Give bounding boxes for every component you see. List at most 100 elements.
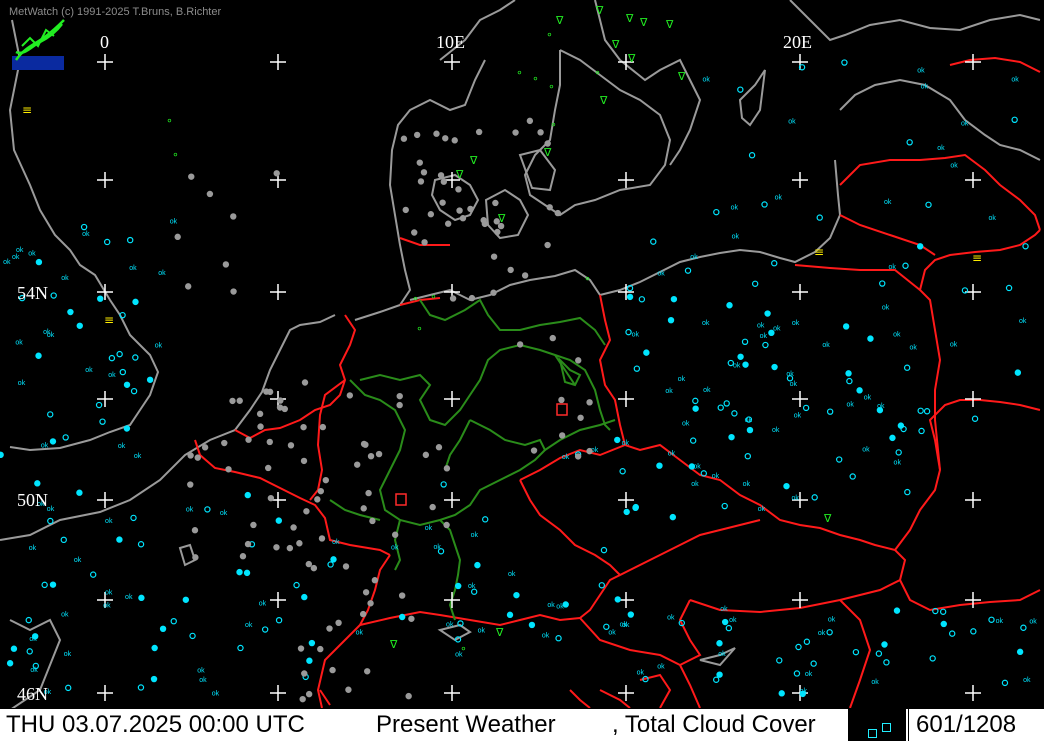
weather-shower-icon: ∘ bbox=[430, 290, 437, 303]
station-clear-marker bbox=[669, 513, 677, 521]
station-cloudy-marker bbox=[421, 239, 428, 246]
station-ok-marker: ok bbox=[884, 199, 892, 206]
station-ok-marker: ok bbox=[792, 495, 800, 502]
station-ok-marker: ok bbox=[186, 506, 194, 513]
station-cloudy-marker bbox=[413, 131, 421, 139]
station-cloudy-marker bbox=[299, 695, 306, 703]
station-cloudy-marker bbox=[266, 438, 273, 446]
station-clear-marker bbox=[746, 426, 754, 434]
station-clear-marker bbox=[670, 295, 678, 303]
station-ok-marker: ok bbox=[47, 332, 55, 339]
station-cloudy-marker bbox=[317, 645, 324, 653]
station-cloudy-marker bbox=[422, 451, 430, 459]
station-ok-marker: ok bbox=[632, 331, 640, 338]
station-cloudy-marker bbox=[303, 508, 310, 515]
station-cloudy-marker bbox=[391, 531, 399, 538]
station-clear-marker bbox=[737, 353, 744, 360]
status-bar: THU 03.07.2025 00:00 UTC Present Weather… bbox=[0, 708, 1044, 741]
station-cloudy-marker bbox=[310, 564, 318, 572]
weather-map[interactable]: ok ok ok ok ok ok ok ok ok ok ok ok ok ok ok ok ok ok ok ok… bbox=[0, 0, 1044, 708]
station-ok-marker: ok bbox=[199, 677, 207, 684]
station-cloudy-marker bbox=[494, 228, 501, 236]
weather-shower-icon: ∇ bbox=[665, 18, 674, 31]
station-cloudy-marker bbox=[586, 447, 593, 455]
station-clear-marker bbox=[726, 302, 733, 309]
station-clear-marker bbox=[49, 581, 57, 588]
station-cloudy-marker bbox=[317, 487, 325, 495]
station-cloudy-marker bbox=[346, 392, 354, 399]
station-clear-marker bbox=[1016, 648, 1024, 656]
station-ok-marker: ok bbox=[3, 259, 11, 266]
station-ok-marker: ok bbox=[893, 332, 901, 339]
weather-shower-icon: ∘ bbox=[412, 292, 419, 305]
station-cloudy-marker bbox=[507, 266, 514, 274]
station-cloudy-marker bbox=[305, 560, 313, 568]
station-clear-marker bbox=[764, 310, 771, 317]
station-cloudy-marker bbox=[225, 466, 232, 473]
station-cloudy-marker bbox=[521, 272, 529, 279]
station-cloudy-marker bbox=[192, 554, 199, 561]
weather-shower-icon: ∘ bbox=[550, 118, 557, 131]
station-cloudy-marker bbox=[188, 173, 195, 180]
station-cloudy-marker bbox=[400, 135, 408, 142]
station-cloudy-marker bbox=[429, 503, 436, 511]
station-ok-marker: ok bbox=[82, 231, 90, 238]
station-ok-marker: ok bbox=[996, 618, 1004, 625]
station-cloudy-marker bbox=[440, 178, 448, 185]
station-cloudy-marker bbox=[411, 229, 418, 236]
station-count: 601/1208 bbox=[916, 711, 1017, 738]
station-ok-marker: ok bbox=[667, 615, 675, 622]
station-clear-marker bbox=[76, 322, 83, 329]
station-cloudy-marker bbox=[444, 220, 452, 227]
station-ok-marker: ok bbox=[220, 510, 228, 517]
station-cloudy-marker bbox=[267, 494, 275, 502]
fog-icon: ≡ bbox=[22, 103, 32, 117]
weather-shower-icon: ∘ bbox=[172, 148, 179, 161]
station-cloudy-marker bbox=[305, 690, 313, 698]
station-ok-marker: ok bbox=[665, 388, 673, 395]
station-cloudy-marker bbox=[586, 399, 593, 406]
longitude-label: 10E bbox=[436, 32, 465, 52]
station-ok-marker: ok bbox=[690, 254, 698, 261]
station-cloudy-marker bbox=[574, 453, 582, 460]
station-clear-marker bbox=[35, 258, 43, 266]
station-cloudy-marker bbox=[367, 600, 374, 607]
weather-shower-icon: ∇ bbox=[543, 146, 552, 159]
station-ok-marker: ok bbox=[790, 381, 798, 388]
station-cloudy-marker bbox=[427, 211, 435, 218]
station-cloudy-marker bbox=[481, 220, 489, 228]
station-ok-marker: ok bbox=[909, 345, 917, 352]
station-cloudy-marker bbox=[554, 209, 562, 217]
weather-shower-icon: ∇ bbox=[455, 168, 464, 181]
station-ok-marker: ok bbox=[691, 481, 699, 488]
station-clear-marker bbox=[783, 482, 790, 490]
station-clear-marker bbox=[34, 480, 41, 487]
station-cloudy-marker bbox=[396, 392, 403, 400]
weather-shower-icon: ∇ bbox=[389, 638, 398, 651]
station-cloudy-marker bbox=[296, 540, 303, 547]
station-cloudy-marker bbox=[420, 169, 428, 176]
station-ok-marker: ok bbox=[877, 403, 885, 410]
station-ok-marker: ok bbox=[894, 459, 902, 466]
station-ok-marker: ok bbox=[118, 443, 126, 450]
station-ok-marker: ok bbox=[703, 387, 711, 394]
station-clear-marker bbox=[398, 613, 406, 621]
station-cloudy-marker bbox=[468, 294, 476, 302]
station-cloudy-marker bbox=[459, 215, 467, 222]
station-ok-marker: ok bbox=[608, 630, 616, 637]
station-cloudy-marker bbox=[300, 423, 307, 431]
station-cloudy-marker bbox=[318, 535, 326, 542]
weather-shower-icon: ∇ bbox=[823, 512, 832, 525]
station-ok-marker: ok bbox=[668, 450, 676, 457]
station-ok-marker: ok bbox=[882, 305, 890, 312]
station-cloudy-marker bbox=[301, 670, 308, 677]
station-clear-marker bbox=[138, 594, 145, 602]
station-cloudy-marker bbox=[174, 233, 181, 241]
station-clear-marker bbox=[867, 335, 874, 342]
latitude-label: 50N bbox=[17, 490, 48, 510]
station-cloudy-marker bbox=[544, 241, 551, 249]
station-clear-marker bbox=[0, 451, 4, 459]
station-cloudy-marker bbox=[362, 589, 370, 596]
station-cloudy-marker bbox=[187, 452, 194, 459]
station-ok-marker: ok bbox=[41, 443, 49, 450]
